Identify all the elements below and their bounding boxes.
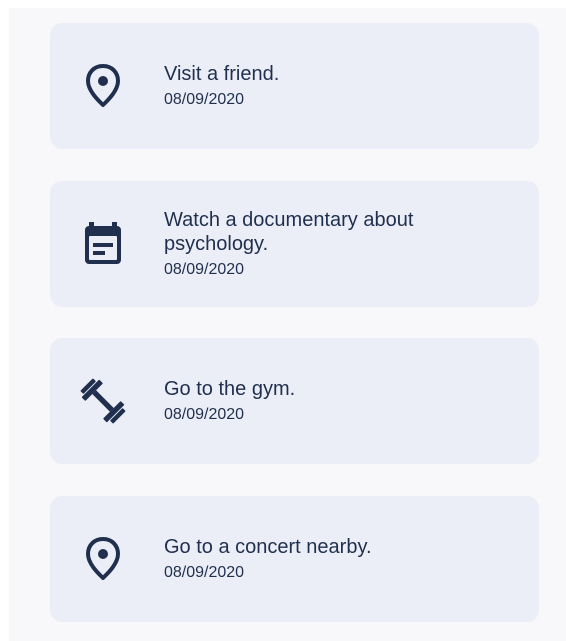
calendar-icon bbox=[78, 219, 128, 269]
task-title: Watch a documentary about psychology. bbox=[164, 209, 414, 255]
task-card[interactable]: Go to a concert nearby. 08/09/2020 bbox=[50, 496, 539, 622]
task-date: 08/09/2020 bbox=[164, 91, 245, 108]
task-text: Visit a friend. 08/09/2020 bbox=[164, 62, 515, 110]
task-date: 08/09/2020 bbox=[164, 261, 245, 278]
task-title: Go to the gym. bbox=[164, 378, 296, 400]
task-title: Visit a friend. bbox=[164, 63, 280, 85]
task-text: Go to the gym. 08/09/2020 bbox=[164, 377, 515, 425]
location-pin-icon bbox=[78, 61, 128, 111]
task-card[interactable]: Visit a friend. 08/09/2020 bbox=[50, 23, 539, 149]
task-card[interactable]: Watch a documentary about psychology. 08… bbox=[50, 181, 539, 307]
task-card[interactable]: Go to the gym. 08/09/2020 bbox=[50, 338, 539, 464]
task-text: Watch a documentary about psychology. 08… bbox=[164, 208, 515, 280]
task-title: Go to a concert nearby. bbox=[164, 536, 372, 558]
task-date: 08/09/2020 bbox=[164, 406, 245, 423]
task-text: Go to a concert nearby. 08/09/2020 bbox=[164, 535, 515, 583]
task-list-screen: Visit a friend. 08/09/2020 Watch a docum… bbox=[9, 8, 566, 641]
location-pin-icon bbox=[78, 534, 128, 584]
dumbbell-icon bbox=[78, 376, 128, 426]
task-date: 08/09/2020 bbox=[164, 564, 245, 581]
